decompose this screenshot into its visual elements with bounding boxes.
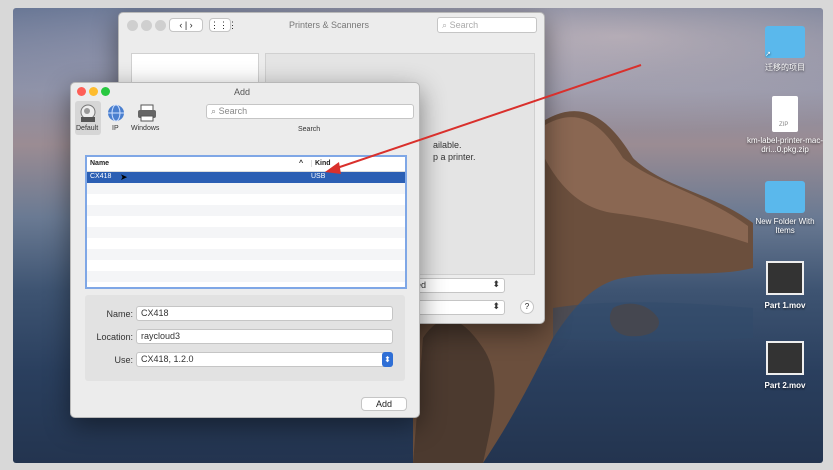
desktop-item-part2[interactable]: Part 2.mov bbox=[745, 341, 823, 390]
desktop-item-label: 迁移的项目 bbox=[765, 63, 805, 72]
desktop-item-label: Part 2.mov bbox=[764, 381, 806, 390]
alias-arrow-icon: ↗ bbox=[765, 51, 771, 58]
folder-icon: ↗ bbox=[765, 26, 805, 58]
video-file-icon bbox=[766, 341, 804, 375]
desktop-item-migrated[interactable]: ↗ 迁移的项目 bbox=[745, 26, 823, 73]
annotation-arrow bbox=[325, 64, 642, 174]
desktop-item-label: New Folder With Items bbox=[755, 217, 815, 235]
desktop-item-label: km-label-printer-mac-dri...0.pkg.zip bbox=[746, 136, 823, 154]
video-file-icon bbox=[766, 261, 804, 295]
desktop-item-part1[interactable]: Part 1.mov bbox=[745, 261, 823, 310]
desktop-item-zip[interactable]: ZIP km-label-printer-mac-dri...0.pkg.zip bbox=[745, 96, 823, 154]
zip-file-icon: ZIP bbox=[772, 96, 798, 132]
desktop-item-label: Part 1.mov bbox=[764, 301, 806, 310]
desktop-background: ‹ | › ⋮⋮⋮ Printers & Scanners ⌕ Search a… bbox=[13, 8, 823, 463]
desktop-item-new-folder[interactable]: New Folder With Items bbox=[745, 181, 823, 235]
zip-badge: ZIP bbox=[779, 122, 789, 128]
folder-icon bbox=[765, 181, 805, 213]
